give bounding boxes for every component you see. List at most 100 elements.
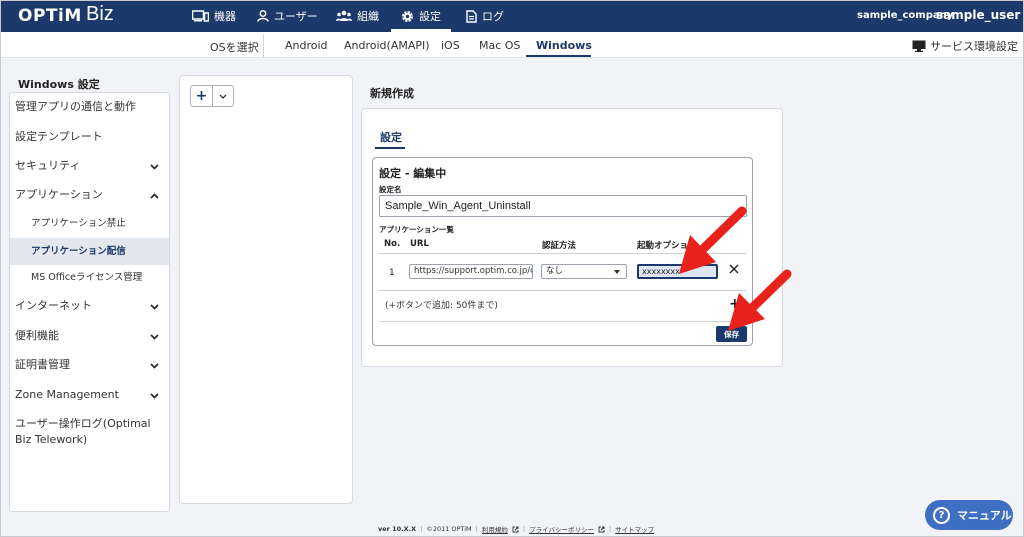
url-input[interactable]: https://support.optim.co.jp/c bbox=[409, 264, 533, 279]
top-navigation: OPTiM Biz 機器 ユーザー 組織 設定 ログ sample_compan… bbox=[0, 0, 1024, 32]
chevron-down-icon bbox=[150, 164, 159, 170]
sidebar-item-app-block[interactable]: アプリケーション禁止 bbox=[10, 216, 169, 234]
sidebar-item-security[interactable]: セキュリティ bbox=[10, 158, 169, 176]
nav-settings[interactable]: 設定 bbox=[391, 0, 451, 32]
chevron-down-icon bbox=[150, 334, 159, 340]
sidebar-item-label: 証明書管理 bbox=[15, 358, 70, 371]
gear-icon bbox=[402, 10, 413, 22]
nav-log[interactable]: ログ bbox=[466, 0, 504, 32]
service-settings-link[interactable]: サービス環境設定 bbox=[912, 38, 1018, 54]
launch-option-input[interactable]: xxxxxxxx bbox=[637, 264, 718, 279]
organization-icon bbox=[336, 10, 352, 21]
close-icon[interactable] bbox=[729, 264, 739, 274]
sidebar-item-internet[interactable]: インターネット bbox=[10, 298, 169, 316]
user-icon bbox=[257, 10, 269, 22]
app-table-header: No. URL 認証方法 起動オプション bbox=[379, 236, 747, 254]
monitor-icon bbox=[912, 40, 926, 52]
settings-list-panel: + bbox=[179, 75, 353, 504]
tab-macos[interactable]: Mac OS bbox=[479, 39, 520, 52]
footer-separator: | bbox=[522, 525, 526, 533]
sidebar: 管理アプリの通信と動作 設定テンプレート セキュリティ アプリケーション アプリ… bbox=[9, 92, 170, 512]
sitemap-link[interactable]: サイトマップ bbox=[615, 524, 654, 534]
sidebar-item-label: ユーザー操作ログ(Optimal Biz Telework) bbox=[15, 417, 151, 446]
footer: ver 10.X.X | ©2011 OPTiM | 利用規約 | プライバシー… bbox=[378, 524, 654, 534]
footer-separator: | bbox=[608, 525, 612, 533]
app-list-label: アプリケーション一覧 bbox=[379, 225, 454, 234]
plus-icon[interactable]: + bbox=[191, 86, 213, 106]
setting-name-label: 設定名 bbox=[379, 185, 402, 194]
os-bar: OSを選択 Android Android(AMAPI) iOS Mac OS … bbox=[0, 32, 1024, 58]
terms-link[interactable]: 利用規約 bbox=[482, 524, 508, 534]
nav-devices[interactable]: 機器 bbox=[192, 0, 236, 32]
sidebar-item-utilities[interactable]: 便利機能 bbox=[10, 328, 169, 346]
sidebar-item-label: インターネット bbox=[15, 299, 92, 312]
sidebar-item-user-operation-log[interactable]: ユーザー操作ログ(Optimal Biz Telework) bbox=[10, 416, 160, 450]
footer-separator: | bbox=[420, 525, 423, 533]
tab-windows[interactable]: Windows bbox=[536, 39, 592, 52]
editor-title: 設定 - 編集中 bbox=[379, 167, 447, 180]
chevron-down-icon bbox=[150, 363, 159, 369]
sidebar-item-label: アプリケーション bbox=[15, 188, 103, 201]
version-text: ver 10.X.X bbox=[378, 525, 417, 533]
auth-method-value: なし bbox=[546, 266, 564, 276]
sidebar-item-label: アプリケーション禁止 bbox=[31, 218, 126, 229]
editor-card: 設定 設定 - 編集中 設定名 Sample_Win_Agent_Uninsta… bbox=[361, 108, 783, 367]
sidebar-item-label: 管理アプリの通信と動作 bbox=[15, 100, 136, 113]
sidebar-item-templates[interactable]: 設定テンプレート bbox=[10, 129, 169, 147]
manual-button[interactable]: ? マニュアル bbox=[925, 500, 1013, 530]
sidebar-item-certificates[interactable]: 証明書管理 bbox=[10, 357, 169, 375]
sidebar-item-applications[interactable]: アプリケーション bbox=[10, 187, 169, 205]
external-link-icon bbox=[512, 526, 519, 532]
os-select-label: OSを選択 bbox=[210, 41, 259, 54]
divider bbox=[379, 321, 747, 322]
tab-settings[interactable]: 設定 bbox=[380, 129, 402, 145]
add-row-plus-icon[interactable]: + bbox=[729, 296, 741, 312]
page-title: 新規作成 bbox=[370, 87, 414, 100]
add-split-button[interactable]: + bbox=[190, 85, 234, 107]
column-header-url: URL bbox=[410, 239, 429, 249]
copyright-text: ©2011 OPTiM bbox=[426, 525, 472, 533]
user-name: sample_user bbox=[936, 8, 1021, 22]
optim-logo[interactable]: OPTiM bbox=[18, 6, 82, 26]
footer-separator: | bbox=[475, 525, 478, 533]
active-tab-indicator bbox=[375, 147, 405, 149]
nav-users[interactable]: ユーザー bbox=[257, 0, 318, 32]
log-icon bbox=[466, 9, 477, 23]
sidebar-item-office-license[interactable]: MS Officeライセンス管理 bbox=[10, 270, 169, 288]
help-icon: ? bbox=[933, 506, 950, 524]
nav-log-label: ログ bbox=[482, 10, 504, 23]
user-menu[interactable]: sample_user bbox=[936, 8, 1024, 22]
chevron-down-icon[interactable] bbox=[213, 86, 233, 106]
setting-name-input[interactable]: Sample_Win_Agent_Uninstall bbox=[379, 195, 747, 217]
chevron-up-icon bbox=[150, 193, 159, 199]
auth-method-select[interactable]: なし bbox=[541, 264, 627, 279]
tab-ios[interactable]: iOS bbox=[441, 39, 460, 52]
external-link-icon bbox=[598, 526, 605, 532]
sidebar-item-zone-management[interactable]: Zone Management bbox=[10, 387, 169, 405]
tab-android[interactable]: Android bbox=[285, 39, 328, 52]
dropdown-arrow-icon bbox=[614, 270, 620, 274]
sidebar-item-label: Zone Management bbox=[15, 388, 119, 401]
sidebar-item-label: アプリケーション配信 bbox=[31, 246, 126, 257]
column-header-no: No. bbox=[384, 239, 401, 249]
save-button[interactable]: 保存 bbox=[716, 326, 747, 342]
tab-android-amapi[interactable]: Android(AMAPI) bbox=[344, 39, 430, 52]
sidebar-item-label: 設定テンプレート bbox=[15, 130, 103, 143]
column-header-auth: 認証方法 bbox=[542, 241, 577, 251]
sidebar-item-app-distribution[interactable]: アプリケーション配信 bbox=[10, 238, 169, 265]
nav-users-label: ユーザー bbox=[274, 10, 318, 23]
sidebar-item-label: MS Officeライセンス管理 bbox=[31, 272, 143, 283]
os-divider bbox=[263, 34, 264, 58]
nav-settings-label: 設定 bbox=[419, 10, 441, 23]
nav-organization-label: 組織 bbox=[357, 10, 379, 23]
service-settings-label: サービス環境設定 bbox=[930, 40, 1018, 53]
nav-organization[interactable]: 組織 bbox=[336, 0, 379, 32]
chevron-down-icon bbox=[150, 304, 159, 310]
chevron-down-icon bbox=[150, 393, 159, 399]
row-number: 1 bbox=[389, 268, 395, 278]
column-header-options: 起動オプション bbox=[637, 241, 697, 251]
add-limit-note: (+ボタンで追加: 50件まで) bbox=[385, 301, 498, 311]
active-tab-indicator bbox=[526, 55, 591, 57]
sidebar-item-agent-communication[interactable]: 管理アプリの通信と動作 bbox=[10, 99, 169, 117]
privacy-link[interactable]: プライバシーポリシー bbox=[529, 524, 594, 534]
